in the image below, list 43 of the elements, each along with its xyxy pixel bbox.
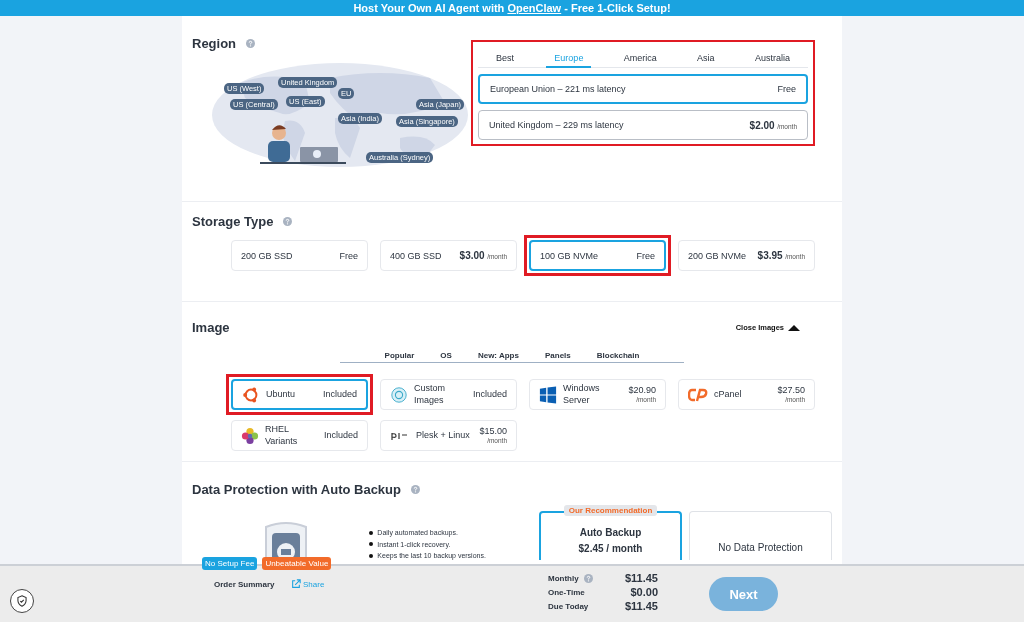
storage-option[interactable]: 200 GB SSD Free	[231, 240, 368, 271]
section-title: Image	[192, 320, 230, 335]
total-label: Monthly	[548, 573, 579, 583]
image-option[interactable]: RHEL Variants Included	[231, 420, 368, 451]
ubuntu-logo-icon	[242, 385, 260, 404]
section-title: Region	[192, 36, 237, 51]
share-icon	[291, 579, 301, 589]
image-category-tab[interactable]: Blockchain	[588, 349, 648, 362]
help-icon[interactable]	[246, 39, 256, 48]
info-icon[interactable]	[583, 573, 593, 583]
order-summary-label: Order Summary	[214, 580, 275, 589]
value-badge: Unbeatable Value	[262, 557, 332, 570]
image-category-tab[interactable]: OS	[432, 349, 460, 362]
image-option[interactable]: Custom Images Included	[380, 379, 517, 410]
region-tab[interactable]: America	[615, 50, 665, 68]
cpanel-logo-icon	[688, 387, 708, 402]
plesk-logo-icon	[390, 430, 410, 441]
total-label: Due Today	[548, 601, 589, 611]
total-value: $11.45	[624, 600, 658, 612]
total-label: One-Time	[548, 587, 585, 597]
help-icon[interactable]	[283, 217, 293, 226]
help-icon[interactable]	[411, 485, 420, 494]
value-badge: No Setup Fee	[202, 557, 258, 570]
backup-option[interactable]: No Data Protection	[689, 511, 832, 560]
windows-logo-icon	[539, 385, 557, 404]
region-option[interactable]: European Union – 221 ms latency Free	[478, 74, 808, 104]
promo-text: Host Your Own AI Agent with OpenClaw - Free 1-Click Setup!	[353, 2, 671, 14]
region-tab[interactable]: Asia	[689, 50, 723, 68]
image-option[interactable]: Ubuntu Included	[231, 379, 368, 410]
region-tab[interactable]: Australia	[746, 50, 798, 68]
security-shield-icon[interactable]	[10, 589, 34, 613]
section-title: Storage Type	[192, 214, 274, 229]
image-category-tab[interactable]: New: Apps	[469, 349, 527, 362]
flower-logo-icon	[241, 426, 259, 445]
storage-option[interactable]: 100 GB NVMe Free	[529, 240, 666, 271]
total-value: $11.45	[624, 572, 658, 584]
section-title: Data Protection with Auto Backup	[192, 482, 401, 497]
region-tab[interactable]: Best	[488, 50, 522, 68]
image-category-tab[interactable]: Popular	[376, 349, 423, 362]
image-category-tab[interactable]: Panels	[536, 349, 579, 362]
total-value: $0.00	[630, 586, 658, 598]
recommendation-tag: Our Recommendation	[563, 505, 658, 516]
disc-icon	[390, 385, 408, 404]
